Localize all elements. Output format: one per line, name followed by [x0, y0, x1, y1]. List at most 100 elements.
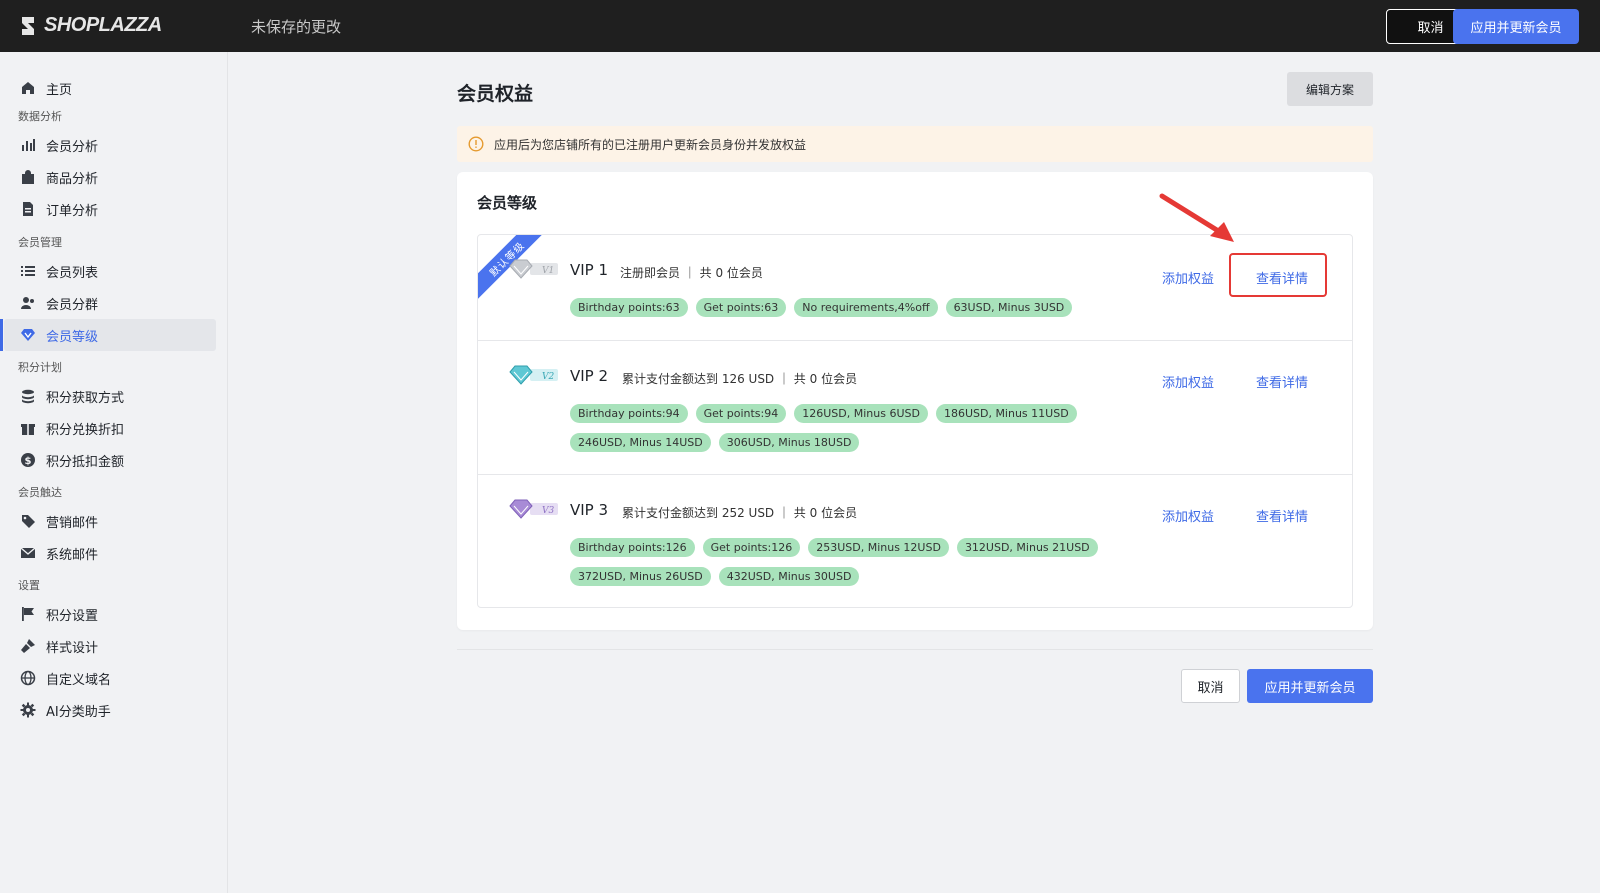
benefit-tag: 126USD, Minus 6USD — [794, 404, 928, 423]
level-name: VIP 3 — [570, 501, 609, 519]
annotation-highlight-box — [1229, 253, 1327, 297]
sidebar-item-order-analysis[interactable]: 订单分析 — [4, 193, 216, 225]
level-desc: 注册即会员 ｜ 共 0 位会员 — [620, 266, 763, 280]
annotation-arrow-icon — [1159, 193, 1234, 242]
tag-icon — [20, 513, 36, 529]
sidebar-item-marketing-email[interactable]: 营销邮件 — [4, 505, 216, 537]
benefit-tag: 432USD, Minus 30USD — [718, 567, 860, 586]
mail-icon — [20, 545, 36, 561]
add-benefit-link[interactable]: 添加权益 — [1162, 268, 1214, 287]
sidebar-item-custom-domain[interactable]: 自定义域名 — [4, 662, 216, 694]
sidebar-item-member-list[interactable]: 会员列表 — [4, 255, 216, 287]
view-details-link[interactable]: 查看详情 — [1256, 506, 1308, 525]
benefit-tag: 246USD, Minus 14USD — [570, 433, 711, 452]
sidebar-item-label: 营销邮件 — [46, 515, 99, 531]
benefit-tag: Get points:126 — [702, 538, 801, 557]
divider — [457, 649, 1373, 650]
vip1-gem-icon: V1 — [509, 259, 558, 279]
sidebar-section-member-reach: 会员触达 — [18, 486, 62, 499]
sidebar-item-label: 积分兑换折扣 — [46, 422, 125, 438]
sidebar-item-member-groups[interactable]: 会员分群 — [4, 287, 216, 319]
globe-icon — [20, 670, 36, 686]
level-tags: Birthday points:94 Get points:94 126USD,… — [570, 404, 1210, 452]
sidebar-item-label: 积分抵扣金额 — [46, 454, 125, 470]
level-row-vip2: V2 VIP 2 累计支付金额达到 126 USD ｜ 共 0 位会员 Birt… — [478, 341, 1352, 475]
view-details-link[interactable]: 查看详情 — [1256, 372, 1308, 391]
svg-text:V2: V2 — [542, 372, 554, 382]
sidebar-item-member-analysis[interactable]: 会员分析 — [4, 129, 216, 161]
benefit-tag: Get points:63 — [695, 298, 787, 317]
level-tags: Birthday points:126 Get points:126 253US… — [570, 538, 1210, 586]
benefit-tag: 186USD, Minus 11USD — [935, 404, 1077, 423]
gift-box-icon — [20, 420, 36, 436]
sidebar-item-label: 商品分析 — [46, 171, 99, 187]
diamond-icon — [20, 327, 36, 343]
banner-text: 应用后为您店铺所有的已注册用户更新会员身份并发放权益 — [494, 137, 807, 152]
benefit-tag: Birthday points:94 — [570, 404, 688, 423]
sidebar-item-label: 会员分析 — [46, 139, 99, 155]
benefit-tag: 372USD, Minus 26USD — [570, 567, 711, 586]
level-tags: Birthday points:63 Get points:63 No requ… — [570, 298, 1210, 317]
page-title: 会员权益 — [457, 83, 534, 105]
vip3-gem-icon: V3 — [509, 499, 558, 519]
level-row-vip1: 默认等级 V1 VIP 1 注册即会员 ｜ 共 0 位会员 Birthday p… — [478, 235, 1352, 341]
sidebar-item-ai-assistant[interactable]: AI分类助手 — [4, 694, 216, 726]
level-row-vip3: V3 VIP 3 累计支付金额达到 252 USD ｜ 共 0 位会员 Birt… — [478, 475, 1352, 607]
list-icon — [20, 263, 36, 279]
sidebar-item-member-levels[interactable]: 会员等级 — [0, 319, 216, 351]
sidebar-item-label: 会员列表 — [46, 265, 99, 281]
top-bar: SHOPLAZZA 未保存的更改 取消 应用并更新会员 — [0, 0, 1600, 52]
sidebar-item-points-deduct[interactable]: $ 积分抵扣金额 — [4, 444, 216, 476]
sidebar-item-label: 自定义域名 — [46, 672, 112, 688]
warning-circle-icon — [468, 136, 484, 152]
benefit-tag: 63USD, Minus 3USD — [945, 298, 1073, 317]
benefit-tag: Get points:94 — [695, 404, 787, 423]
info-banner: 应用后为您店铺所有的已注册用户更新会员身份并发放权益 — [457, 126, 1373, 162]
benefit-tag: No requirements,4%off — [794, 298, 938, 317]
svg-text:$: $ — [25, 456, 32, 467]
sidebar-item-label: 积分设置 — [46, 608, 99, 624]
level-name: VIP 1 — [570, 261, 609, 279]
vip2-gem-icon: V2 — [509, 365, 558, 385]
sidebar-item-label: 积分获取方式 — [46, 390, 125, 406]
add-benefit-link[interactable]: 添加权益 — [1162, 506, 1214, 525]
sidebar-item-label: 会员分群 — [46, 297, 99, 313]
brand-name: SHOPLAZZA — [44, 14, 162, 36]
svg-text:V1: V1 — [542, 266, 554, 276]
shoplazza-logo-icon — [22, 16, 34, 35]
sidebar-item-points-earn[interactable]: 积分获取方式 — [4, 380, 216, 412]
add-benefit-link[interactable]: 添加权益 — [1162, 372, 1214, 391]
benefit-tag: Birthday points:126 — [570, 538, 695, 557]
edit-plan-button[interactable]: 编辑方案 — [1287, 72, 1373, 106]
benefit-tag: 306USD, Minus 18USD — [718, 433, 860, 452]
shoplazza-logo[interactable]: SHOPLAZZA — [18, 14, 162, 37]
sidebar-item-label: 会员等级 — [46, 329, 99, 345]
sidebar-item-style-design[interactable]: 样式设计 — [4, 630, 216, 662]
sidebar-item-points-settings[interactable]: 积分设置 — [4, 598, 216, 630]
level-desc: 累计支付金额达到 126 USD ｜ 共 0 位会员 — [622, 372, 858, 386]
sidebar-item-points-redeem[interactable]: 积分兑换折扣 — [4, 412, 216, 444]
bar-chart-icon — [20, 137, 36, 153]
brush-icon — [20, 638, 36, 654]
card-title: 会员等级 — [477, 194, 538, 212]
flag-icon — [20, 606, 36, 622]
sidebar-item-label: 系统邮件 — [46, 547, 99, 563]
sidebar-item-label: AI分类助手 — [46, 704, 111, 720]
top-apply-update-button[interactable]: 应用并更新会员 — [1453, 9, 1579, 44]
unsaved-changes-text: 未保存的更改 — [251, 18, 342, 36]
sidebar-item-home[interactable]: 主页 — [4, 72, 216, 104]
level-name: VIP 2 — [570, 367, 609, 385]
sidebar-item-label: 主页 — [46, 82, 73, 98]
benefit-tag: 312USD, Minus 21USD — [956, 538, 1098, 557]
bottom-cancel-button[interactable]: 取消 — [1181, 669, 1240, 703]
coins-stack-icon — [20, 388, 36, 404]
shopping-bag-icon — [20, 169, 36, 185]
sidebar-item-label: 样式设计 — [46, 640, 99, 656]
sidebar-section-analytics: 数据分析 — [18, 110, 62, 123]
sidebar-section-points-plan: 积分计划 — [18, 361, 62, 374]
sidebar-item-product-analysis[interactable]: 商品分析 — [4, 161, 216, 193]
document-icon — [20, 201, 36, 217]
sidebar-item-system-email[interactable]: 系统邮件 — [4, 537, 216, 569]
bottom-apply-update-button[interactable]: 应用并更新会员 — [1247, 669, 1373, 703]
sidebar-section-member-mgmt: 会员管理 — [18, 236, 62, 249]
